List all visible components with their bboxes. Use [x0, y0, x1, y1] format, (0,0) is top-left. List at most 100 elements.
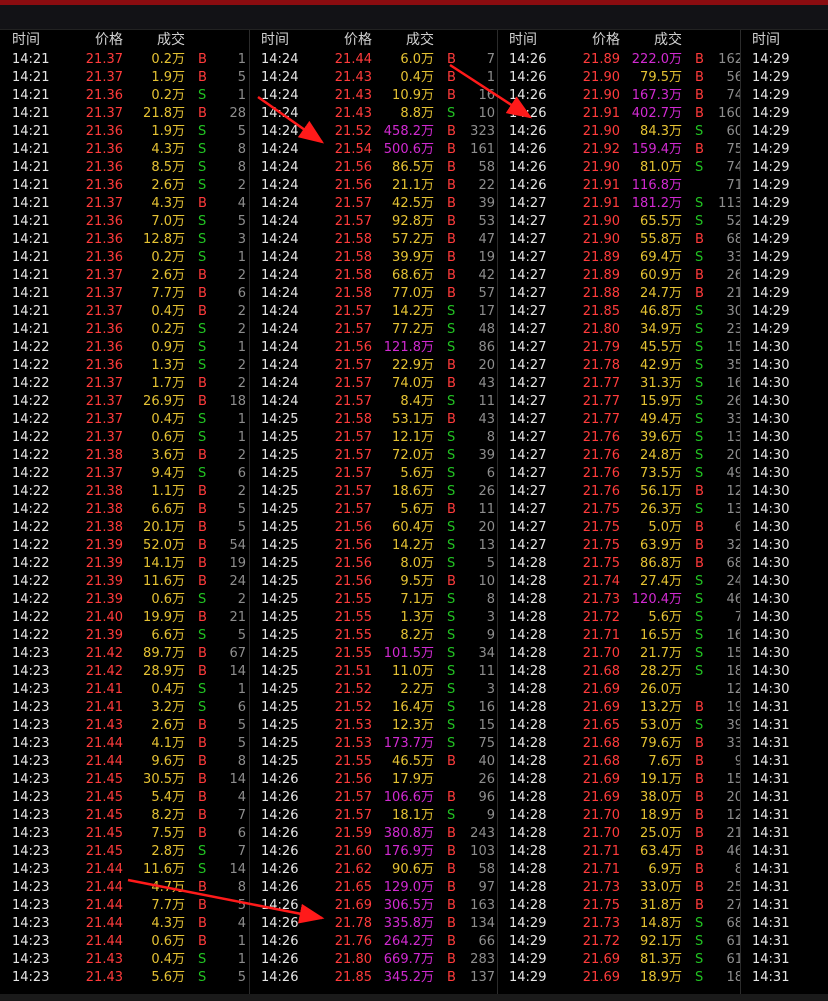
trade-row: 14:30: [740, 375, 828, 393]
trade-volume: 28.2万: [640, 664, 682, 679]
trade-volume: 18.1万: [392, 808, 434, 823]
trade-price: 21.75: [582, 520, 620, 535]
trade-time: 14:29: [509, 952, 547, 967]
trade-time: 14:31: [752, 880, 790, 895]
trade-time: 14:22: [12, 430, 50, 445]
trade-time: 14:28: [509, 682, 547, 697]
trade-row: 14:25 21.56 8.0万 S 5: [249, 555, 497, 573]
trade-row: 14:25 21.51 11.0万 S 11: [249, 663, 497, 681]
trade-count: 5: [237, 718, 246, 733]
trade-volume: 10.9万: [392, 88, 434, 103]
trade-row: 14:24 21.57 22.9万 B 20: [249, 357, 497, 375]
trade-count: 71: [726, 178, 740, 193]
trade-time: 14:26: [509, 70, 547, 85]
trade-volume: 0.2万: [151, 52, 185, 67]
trade-price: 21.57: [334, 322, 372, 337]
trade-count: 1: [237, 430, 246, 445]
trade-row: 14:24 21.43 0.4万 B 1: [249, 69, 497, 87]
trade-volume: 30.5万: [143, 772, 185, 787]
trade-price: 21.53: [334, 736, 372, 751]
trade-count: 5: [237, 520, 246, 535]
header-price: 价格: [95, 32, 123, 48]
trade-time: 14:26: [509, 178, 547, 193]
trade-time: 14:29: [752, 196, 790, 211]
trade-row: 14:31: [740, 843, 828, 861]
trade-count: 57: [478, 286, 495, 301]
trade-time: 14:28: [509, 628, 547, 643]
trade-time: 14:30: [752, 664, 790, 679]
trade-volume: 16.4万: [392, 700, 434, 715]
trade-count: 96: [478, 790, 495, 805]
trade-row: 14:25 21.52 2.2万 S 3: [249, 681, 497, 699]
trade-row: 14:30: [740, 663, 828, 681]
horizontal-scrollbar[interactable]: [0, 994, 828, 1001]
trade-price: 21.44: [85, 934, 123, 949]
column-header: 时间: [740, 30, 828, 51]
trade-count: 8: [237, 142, 246, 157]
trade-time: 14:25: [261, 664, 299, 679]
trade-row: 14:22 21.39 6.6万 S 5: [0, 627, 249, 645]
trade-row: 14:26 21.91 116.8万 71: [497, 177, 740, 195]
trade-row: 14:21 21.37 1.9万 B 5: [0, 69, 249, 87]
trade-volume: 0.6万: [151, 934, 185, 949]
trade-price: 21.75: [582, 502, 620, 517]
trade-time: 14:28: [509, 880, 547, 895]
trade-time: 14:22: [12, 592, 50, 607]
trade-price: 21.89: [582, 268, 620, 283]
trade-price: 21.56: [334, 178, 372, 193]
trade-row: 14:24 21.58 77.0万 B 57: [249, 285, 497, 303]
trade-count: 75: [478, 736, 495, 751]
trade-column-4: 时间 14:29 14:29 14:29 14:29 14:29 14:29 14:29 14:…: [740, 30, 828, 994]
trade-row: 14:2821.687.6万B9: [497, 753, 740, 771]
trade-time: 14:29: [752, 250, 790, 265]
trade-count: 21: [726, 826, 740, 841]
trade-price: 21.69: [582, 970, 620, 985]
trade-time: 14:27: [509, 340, 547, 355]
trade-time: 14:21: [12, 304, 50, 319]
trade-row: 14:2621.92159.4万B75: [497, 141, 740, 159]
trade-row: 14:23 21.45 7.5万 B 6: [0, 825, 249, 843]
trade-count: 24: [229, 574, 246, 589]
trade-volume: 13.2万: [640, 700, 682, 715]
trade-time: 14:23: [12, 808, 50, 823]
trade-row: 14:2721.8034.9万S23: [497, 321, 740, 339]
trade-row: 14:30: [740, 447, 828, 465]
trade-row: 14:30: [740, 429, 828, 447]
trade-price: 21.90: [582, 88, 620, 103]
trade-price: 21.44: [85, 736, 123, 751]
trade-price: 21.45: [85, 772, 123, 787]
trade-volume: 79.5万: [640, 70, 682, 85]
trade-volume: 380.8万: [383, 826, 434, 841]
trade-volume: 5.4万: [151, 790, 185, 805]
trade-time: 14:23: [12, 736, 50, 751]
trade-row: 14:23 21.44 11.6万 S 14: [0, 861, 249, 879]
trade-row: 14:24 21.43 10.9万 B 16: [249, 87, 497, 105]
trade-volume: 90.6万: [392, 862, 434, 877]
trade-time: 14:24: [261, 52, 299, 67]
trade-volume: 86.5万: [392, 160, 434, 175]
trade-volume: 26.9万: [143, 394, 185, 409]
trade-row: 14:26 21.56 17.9万 26: [249, 771, 497, 789]
trade-row: 14:24 21.43 8.8万 S 10: [249, 105, 497, 123]
trade-count: 5: [237, 736, 246, 751]
trade-row: 14:29: [740, 105, 828, 123]
trade-time: 14:26: [509, 52, 547, 67]
trade-price: 21.62: [334, 862, 372, 877]
trade-count: 16: [726, 376, 740, 391]
trade-price: 21.51: [334, 664, 372, 679]
trade-price: 21.37: [85, 268, 123, 283]
trade-count: 4: [237, 916, 246, 931]
trade-time: 14:22: [12, 610, 50, 625]
trade-row: 14:21 21.36 8.5万 S 8: [0, 159, 249, 177]
trade-price: 21.76: [582, 430, 620, 445]
trade-volume: 1.9万: [151, 70, 185, 85]
trade-row: 14:25 21.57 72.0万 S 39: [249, 447, 497, 465]
trade-time: 14:29: [752, 142, 790, 157]
trade-volume: 1.9万: [151, 124, 185, 139]
trade-row: 14:24 21.57 77.2万 S 48: [249, 321, 497, 339]
trade-column-2: 时间 价格 成交 14:24 21.44 6.0万 B 7 14:24 21.43 0.4万 B 1 14…: [249, 30, 498, 994]
trade-row: 14:22 21.36 1.3万 S 2: [0, 357, 249, 375]
trade-row: 14:22 21.38 6.6万 B 5: [0, 501, 249, 519]
trade-time: 14:28: [509, 808, 547, 823]
trade-time: 14:27: [509, 358, 547, 373]
